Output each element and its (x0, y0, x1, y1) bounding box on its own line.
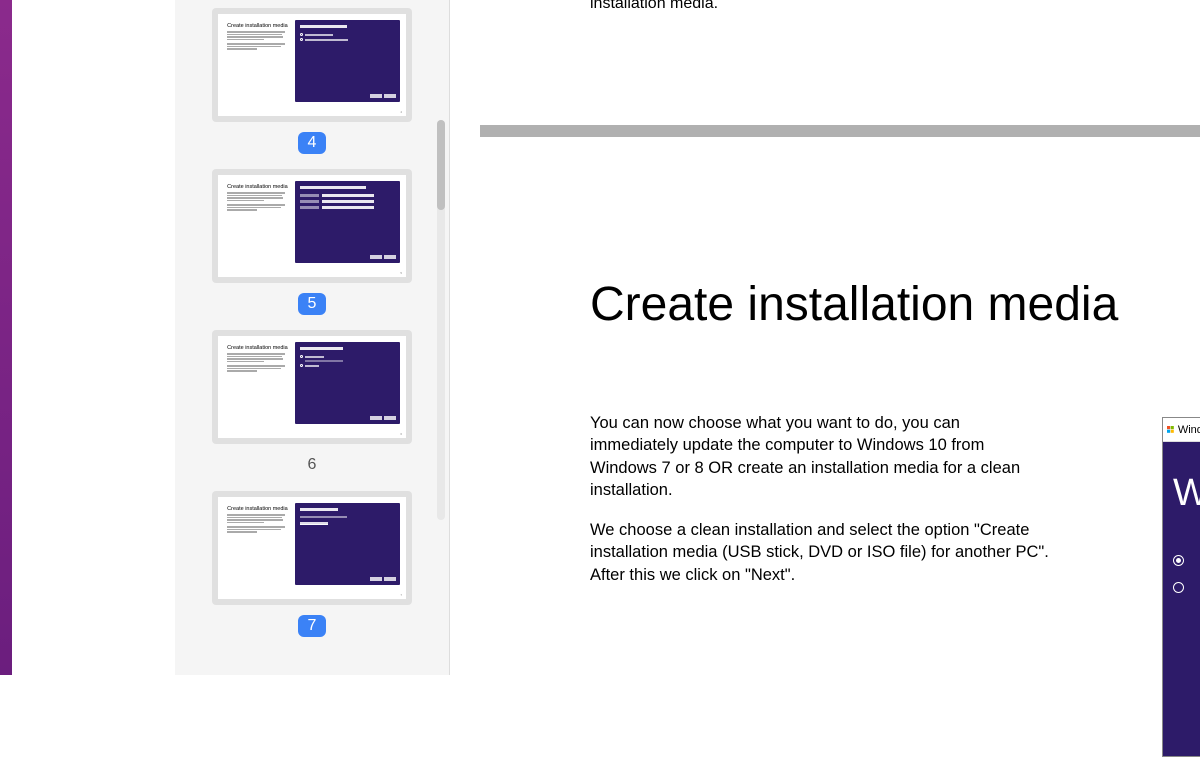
setup-window-body: W (1163, 442, 1200, 756)
thumbnail-slide-4[interactable]: Create installation media (212, 8, 412, 154)
thumbnail-slide-7[interactable]: Create installation media (212, 491, 412, 637)
thumbnail-sidebar: Create installation media (175, 0, 450, 675)
thumb-title: Create installation media (227, 184, 288, 190)
thumb-page-number: 7 (400, 593, 402, 597)
thumbnail-frame: Create installation media (212, 169, 412, 283)
thumb-setup-window (295, 503, 400, 585)
sidebar-scrollbar[interactable] (437, 120, 445, 520)
setup-heading-fragment: W (1173, 472, 1200, 515)
thumb-body-placeholder (227, 192, 288, 211)
radio-option-2[interactable] (1173, 582, 1200, 593)
thumbnail-slide-5[interactable]: Create installation media (212, 169, 412, 315)
radio-option-1[interactable] (1173, 555, 1200, 566)
thumb-page-number: 4 (400, 110, 402, 114)
window-titlebar: Windo (1163, 418, 1200, 442)
thumbnail-content: Create installation media (218, 497, 406, 599)
thumbnail-content: Create installation media (218, 175, 406, 277)
thumb-title: Create installation media (227, 23, 288, 29)
app-accent-edge (0, 0, 12, 675)
thumbnail-content: Create installation media (218, 14, 406, 116)
slide-number-badge[interactable]: 5 (298, 293, 327, 315)
radio-icon (1173, 555, 1184, 566)
thumbnail-content: Create installation media (218, 336, 406, 438)
thumb-nav-buttons (370, 94, 396, 98)
scrollbar-thumb[interactable] (437, 120, 445, 210)
thumb-title: Create installation media (227, 345, 288, 351)
thumb-setup-window (295, 20, 400, 102)
slide-paragraph-2: We choose a clean installation and selec… (590, 519, 1050, 586)
thumb-page-number: 5 (400, 271, 402, 275)
main-slide-area: installation media. Create installation … (450, 0, 1200, 675)
thumb-body-placeholder (227, 353, 288, 372)
thumb-title: Create installation media (227, 506, 288, 512)
thumb-setup-window (295, 342, 400, 424)
thumb-page-number: 6 (400, 432, 402, 436)
slide-divider (480, 125, 1200, 137)
thumb-nav-buttons (370, 255, 396, 259)
thumbnail-slide-6[interactable]: Create installation media (212, 330, 412, 476)
radio-icon (1173, 582, 1184, 593)
slide-number-badge[interactable]: 4 (298, 132, 327, 154)
slide-paragraph-1: You can now choose what you want to do, … (590, 412, 1050, 501)
slide-body-text: You can now choose what you want to do, … (590, 412, 1050, 604)
current-slide[interactable]: Create installation media You can now ch… (480, 137, 1200, 685)
windows-logo-icon (1167, 424, 1174, 436)
thumb-body-placeholder (227, 31, 288, 50)
thumb-setup-window (295, 181, 400, 263)
thumb-nav-buttons (370, 416, 396, 420)
thumbnail-frame: Create installation media (212, 8, 412, 122)
slide-number-badge[interactable]: 7 (298, 615, 327, 637)
previous-slide-text-fragment: installation media. (590, 0, 718, 13)
slide-number-badge[interactable]: 6 (298, 454, 327, 476)
thumb-nav-buttons (370, 577, 396, 581)
thumbnail-frame: Create installation media (212, 491, 412, 605)
setup-window-preview: Windo W (1162, 417, 1200, 757)
window-title-text: Windo (1178, 424, 1200, 436)
thumbnail-frame: Create installation media (212, 330, 412, 444)
slide-title: Create installation media (590, 277, 1118, 332)
thumb-body-placeholder (227, 514, 288, 533)
